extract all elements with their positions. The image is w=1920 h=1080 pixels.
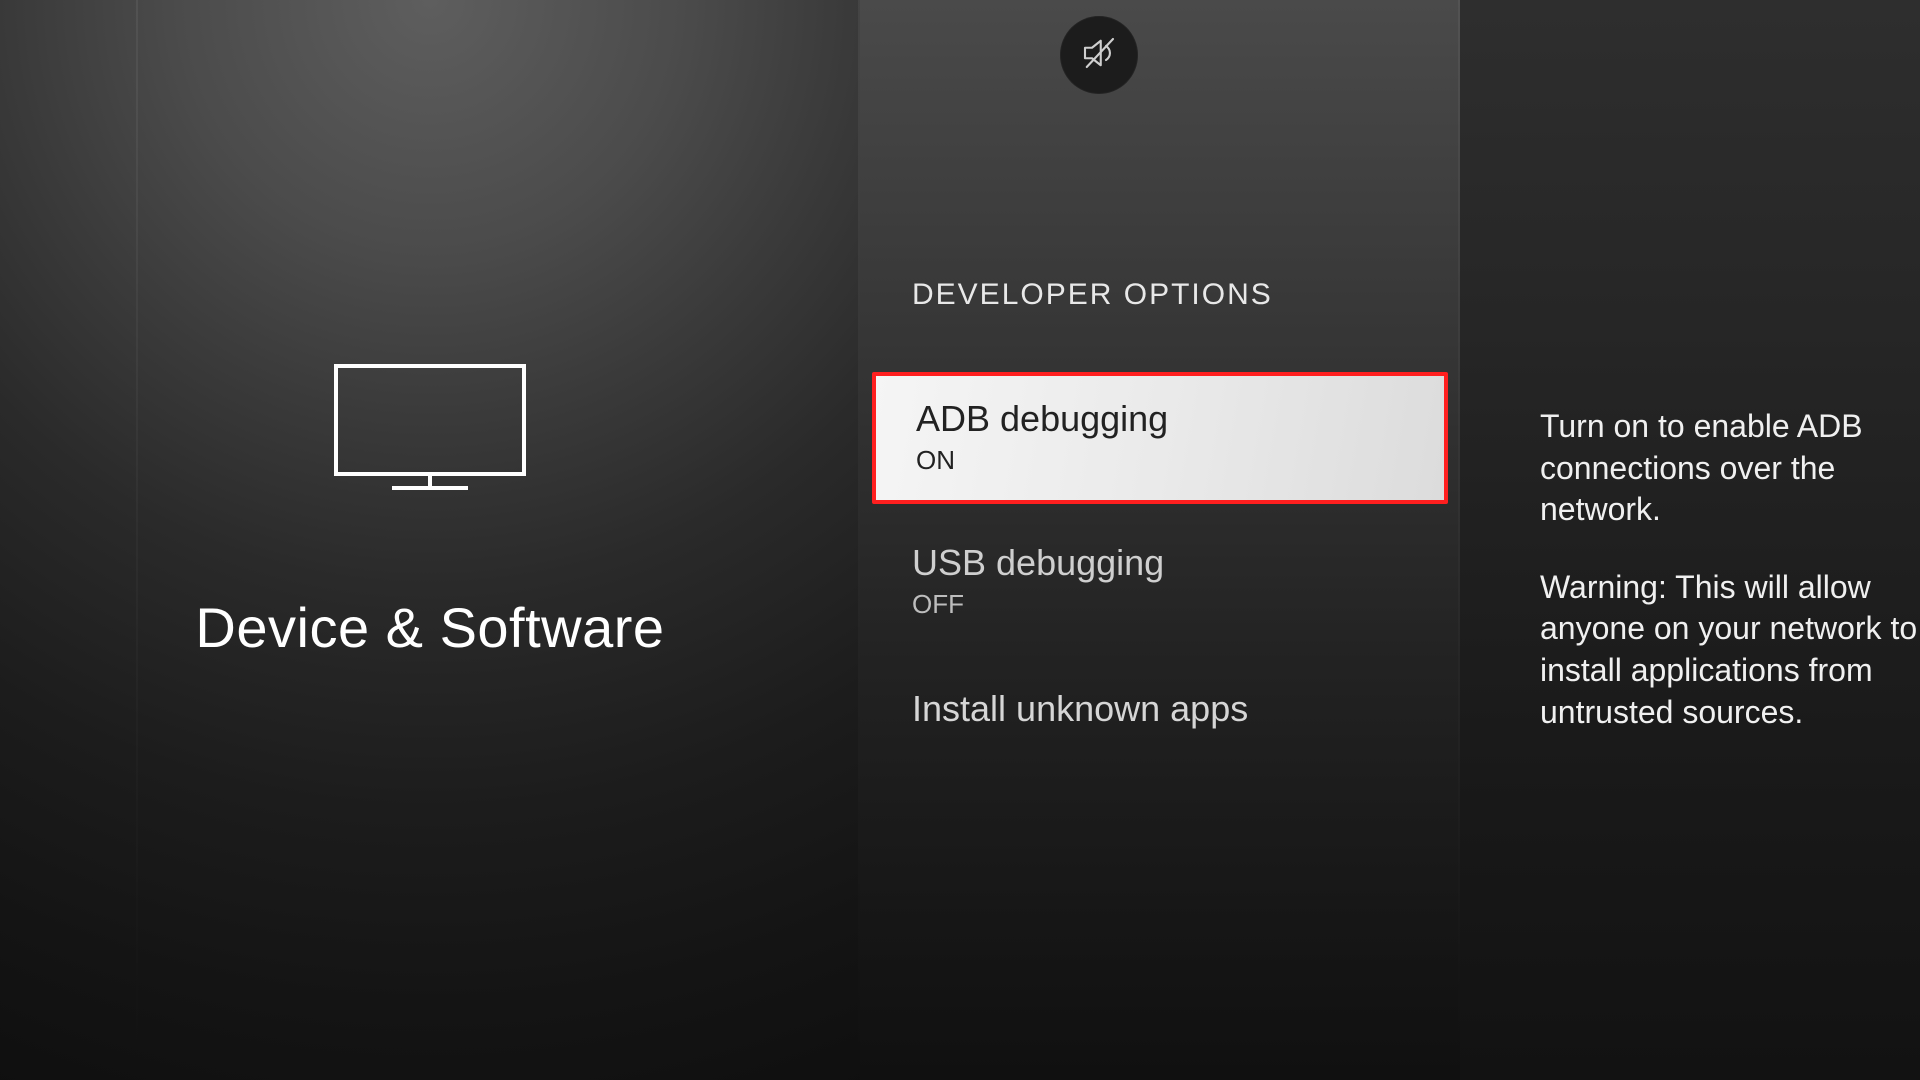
options-panel: DEVELOPER OPTIONS ADB debugging ON USB d… — [860, 0, 1460, 1080]
section-heading: DEVELOPER OPTIONS — [912, 278, 1273, 312]
option-title: USB debugging — [912, 542, 1408, 583]
option-adb-debugging[interactable]: ADB debugging ON — [872, 372, 1448, 504]
mute-badge — [1060, 16, 1138, 94]
help-paragraph-2: Warning: This will allow anyone on your … — [1540, 567, 1920, 733]
device-block: Device & Software — [195, 360, 664, 660]
option-title: ADB debugging — [916, 398, 1404, 439]
option-value: ON — [916, 445, 1404, 476]
left-title: Device & Software — [195, 595, 664, 660]
option-value: OFF — [912, 589, 1408, 620]
option-usb-debugging[interactable]: USB debugging OFF — [872, 520, 1448, 644]
option-install-unknown-apps[interactable]: Install unknown apps — [872, 666, 1448, 753]
left-panel: Device & Software — [0, 0, 860, 1080]
help-panel: Turn on to enable ADB connections over t… — [1460, 0, 1920, 1080]
tv-icon — [330, 360, 530, 505]
mute-icon — [1078, 32, 1120, 79]
settings-screen: Device & Software DEVELOPER OPTIONS ADB … — [0, 0, 1920, 1080]
help-text: Turn on to enable ADB connections over t… — [1540, 406, 1920, 769]
help-paragraph-1: Turn on to enable ADB connections over t… — [1540, 406, 1920, 531]
option-title: Install unknown apps — [912, 688, 1408, 729]
